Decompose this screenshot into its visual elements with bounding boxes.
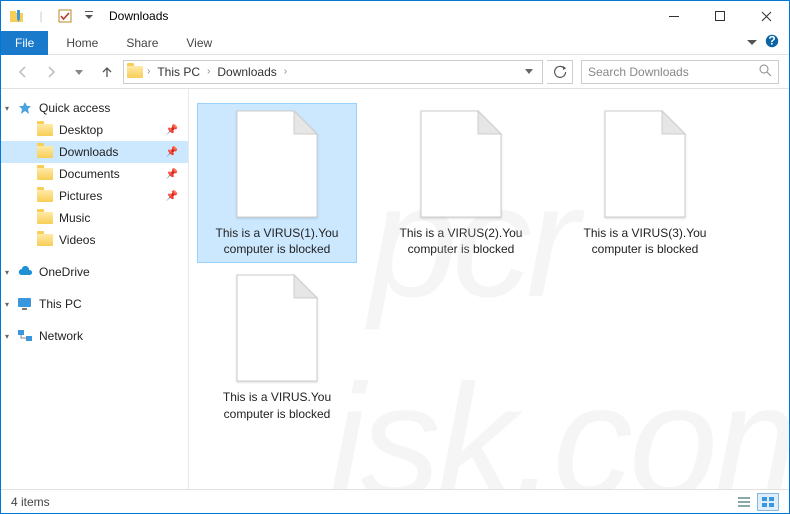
minimize-button[interactable] — [651, 1, 697, 31]
breadcrumb-downloads[interactable]: Downloads — [213, 65, 280, 79]
folder-icon — [37, 122, 53, 138]
explorer-window: | Downloads File Home Share View ? — [0, 0, 790, 514]
file-icon — [232, 109, 322, 219]
sidebar-item-label: Desktop — [59, 123, 103, 137]
quick-access-toolbar: | — [5, 5, 101, 27]
file-pane[interactable]: pcr isk.com This is a VIRUS(1).You compu… — [189, 89, 789, 489]
icons-view-button[interactable] — [757, 493, 779, 511]
sidebar-item-label: Network — [39, 329, 83, 343]
close-button[interactable] — [743, 1, 789, 31]
sidebar-item-label: Pictures — [59, 189, 102, 203]
titlebar[interactable]: | Downloads — [1, 1, 789, 31]
pin-icon: 📌 — [166, 191, 178, 202]
chevron-right-icon[interactable]: › — [281, 66, 290, 77]
maximize-button[interactable] — [697, 1, 743, 31]
body: Quick access Desktop 📌 Downloads 📌 Documen… — [1, 89, 789, 489]
sidebar-item-pictures[interactable]: Pictures 📌 — [1, 185, 188, 207]
sidebar-network[interactable]: Network — [1, 325, 188, 347]
tab-view[interactable]: View — [172, 31, 226, 55]
search-box[interactable] — [581, 60, 779, 84]
status-bar: 4 items — [1, 489, 789, 513]
help-icon[interactable]: ? — [765, 34, 779, 51]
file-item[interactable]: This is a VIRUS(2).You computer is block… — [381, 103, 541, 263]
watermark: isk.com — [329, 349, 789, 489]
pin-icon: 📌 — [166, 147, 178, 158]
star-icon — [17, 100, 33, 116]
file-item[interactable]: This is a VIRUS(3).You computer is block… — [565, 103, 725, 263]
sidebar-quick-access[interactable]: Quick access — [1, 97, 188, 119]
file-label: This is a VIRUS(2).You computer is block… — [387, 225, 535, 257]
ribbon-right: ? — [747, 34, 789, 51]
file-label: This is a VIRUS(1).You computer is block… — [203, 225, 351, 257]
cloud-icon — [17, 264, 33, 280]
folder-icon — [126, 66, 144, 78]
recent-dropdown-icon[interactable] — [67, 60, 91, 84]
search-icon[interactable] — [758, 63, 772, 80]
sidebar-item-label: This PC — [39, 297, 82, 311]
file-icon — [600, 109, 690, 219]
file-icon — [416, 109, 506, 219]
folder-icon — [37, 144, 53, 160]
navigation-pane[interactable]: Quick access Desktop 📌 Downloads 📌 Documen… — [1, 89, 189, 489]
file-label: This is a VIRUS.You computer is blocked — [203, 389, 351, 421]
file-item[interactable]: This is a VIRUS(1).You computer is block… — [197, 103, 357, 263]
sidebar-thispc[interactable]: This PC — [1, 293, 188, 315]
window-title: Downloads — [109, 9, 168, 23]
file-label: This is a VIRUS(3).You computer is block… — [571, 225, 719, 257]
chevron-right-icon[interactable]: › — [144, 66, 153, 77]
file-menu[interactable]: File — [1, 31, 48, 55]
sidebar-item-label: Quick access — [39, 101, 110, 115]
sidebar-item-label: Music — [59, 211, 90, 225]
qat-divider: | — [29, 5, 53, 27]
folder-icon — [37, 166, 53, 182]
svg-text:?: ? — [768, 34, 775, 48]
breadcrumb[interactable]: › This PC › Downloads › — [123, 60, 543, 84]
item-count: 4 items — [11, 495, 50, 509]
address-dropdown-icon[interactable] — [518, 65, 540, 79]
sidebar-item-desktop[interactable]: Desktop 📌 — [1, 119, 188, 141]
folder-icon — [37, 210, 53, 226]
pin-icon: 📌 — [166, 125, 178, 136]
chevron-right-icon[interactable]: › — [204, 66, 213, 77]
breadcrumb-thispc[interactable]: This PC — [153, 65, 204, 79]
sidebar-item-videos[interactable]: Videos — [1, 229, 188, 251]
folder-icon — [37, 188, 53, 204]
folder-icon — [37, 232, 53, 248]
pin-icon: 📌 — [166, 169, 178, 180]
tab-share[interactable]: Share — [112, 31, 172, 55]
network-icon — [17, 328, 33, 344]
file-item[interactable]: This is a VIRUS.You computer is blocked — [197, 267, 357, 427]
sidebar-item-label: OneDrive — [39, 265, 90, 279]
sidebar-item-label: Downloads — [59, 145, 118, 159]
tab-home[interactable]: Home — [52, 31, 112, 55]
view-switcher — [733, 493, 779, 511]
sidebar-item-downloads[interactable]: Downloads 📌 — [1, 141, 188, 163]
back-button[interactable] — [11, 60, 35, 84]
details-view-button[interactable] — [733, 493, 755, 511]
window-controls — [651, 1, 789, 31]
folder-icon — [5, 5, 29, 27]
refresh-button[interactable] — [547, 60, 573, 84]
sidebar-item-documents[interactable]: Documents 📌 — [1, 163, 188, 185]
sidebar-item-label: Videos — [59, 233, 95, 247]
properties-button[interactable] — [53, 5, 77, 27]
monitor-icon — [17, 296, 33, 312]
search-input[interactable] — [588, 65, 758, 79]
ribbon-expand-icon[interactable] — [747, 36, 757, 50]
file-icon — [232, 273, 322, 383]
qat-dropdown-icon[interactable] — [77, 5, 101, 27]
ribbon: File Home Share View ? — [1, 31, 789, 55]
sidebar-onedrive[interactable]: OneDrive — [1, 261, 188, 283]
sidebar-item-music[interactable]: Music — [1, 207, 188, 229]
up-button[interactable] — [95, 60, 119, 84]
address-bar: › This PC › Downloads › — [1, 55, 789, 89]
sidebar-item-label: Documents — [59, 167, 120, 181]
forward-button[interactable] — [39, 60, 63, 84]
